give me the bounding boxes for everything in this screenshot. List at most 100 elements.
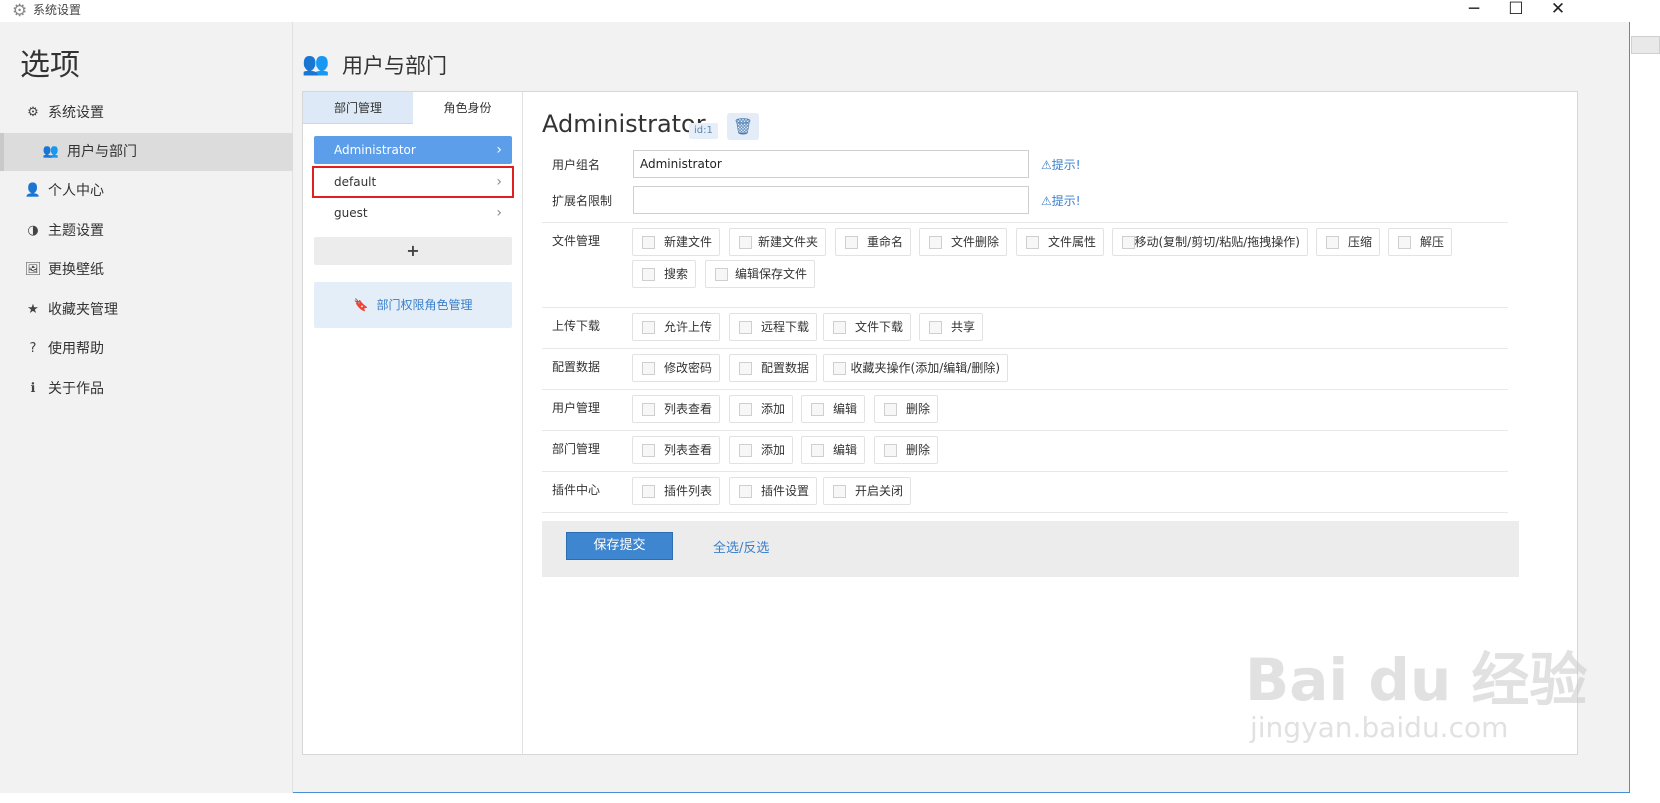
checkbox-box[interactable] (739, 444, 752, 457)
checkbox-box[interactable] (845, 236, 858, 249)
maximize-button[interactable]: ☐ (1496, 0, 1536, 20)
permission-checkbox[interactable]: 开启关闭 (823, 477, 911, 505)
permission-checkbox[interactable]: 插件设置 (729, 477, 817, 505)
checkbox-label: 配置数据 (760, 361, 809, 375)
permission-checkbox[interactable]: 编辑保存文件 (705, 260, 815, 288)
permission-checkbox[interactable]: 插件列表 (632, 477, 720, 505)
checkbox-box[interactable] (884, 403, 897, 416)
checkbox-box[interactable] (833, 485, 846, 498)
checkbox-box[interactable] (811, 444, 824, 457)
role-id-badge: id:1 (689, 123, 718, 139)
permission-checkbox[interactable]: 远程下载 (729, 313, 817, 341)
permission-checkbox[interactable]: 解压 (1388, 228, 1452, 256)
sidebar-item-theme[interactable]: ◑ 主题设置 (0, 212, 293, 250)
sidebar-item-users-departments[interactable]: 👥 用户与部门 (0, 133, 293, 171)
chevron-right-icon: › (496, 174, 502, 190)
checkbox-box[interactable] (739, 362, 752, 375)
permission-checkbox[interactable]: 新建文件夹 (729, 228, 826, 256)
permission-checkbox[interactable]: 移动(复制/剪切/粘贴/拖拽操作) (1112, 228, 1308, 256)
users-icon: 👥 (302, 52, 330, 77)
permission-checkbox[interactable]: 搜索 (632, 260, 696, 288)
checkbox-box[interactable] (642, 362, 655, 375)
trash-icon: 🗑 (732, 117, 754, 136)
checkbox-box[interactable] (929, 236, 942, 249)
checkbox-box[interactable] (739, 236, 752, 249)
permission-checkbox[interactable]: 新建文件 (632, 228, 720, 256)
checkbox-box[interactable] (1398, 236, 1411, 249)
checkbox-box[interactable] (739, 485, 752, 498)
page-title-text: 用户与部门 (342, 54, 447, 78)
permission-checkbox[interactable]: 文件删除 (919, 228, 1007, 256)
checkbox-box[interactable] (1026, 236, 1039, 249)
question-icon: ? (29, 341, 37, 356)
permission-checkbox[interactable]: 共享 (919, 313, 983, 341)
close-button[interactable]: ✕ (1538, 0, 1578, 20)
checkbox-label: 编辑保存文件 (734, 267, 807, 281)
sidebar-item-personal-center[interactable]: 👤 个人中心 (0, 172, 293, 210)
checkbox-label: 共享 (950, 320, 975, 334)
add-role-button[interactable]: + (314, 237, 512, 265)
checkbox-label: 新建文件夹 (757, 235, 818, 249)
permission-checkbox[interactable]: 压缩 (1316, 228, 1380, 256)
minimize-button[interactable]: ─ (1454, 0, 1494, 20)
checkbox-box[interactable] (642, 485, 655, 498)
group-name-input[interactable] (633, 150, 1029, 178)
palette-icon: ◑ (27, 223, 39, 238)
permission-checkbox[interactable]: 修改密码 (632, 354, 720, 382)
sidebar-item-help[interactable]: ? 使用帮助 (0, 330, 293, 368)
checkbox-box[interactable] (884, 444, 897, 457)
checkbox-box[interactable] (833, 362, 846, 375)
extension-limit-input[interactable] (633, 186, 1029, 214)
role-item-guest[interactable]: guest › (314, 199, 512, 227)
permission-checkbox[interactable]: 编辑 (801, 395, 865, 423)
tab-department-management[interactable]: 部门管理 (303, 92, 413, 124)
checkbox-box[interactable] (811, 403, 824, 416)
sidebar-item-wallpaper[interactable]: 🖼 更换壁纸 (0, 251, 293, 289)
checkbox-box[interactable] (642, 268, 655, 281)
checkbox-box[interactable] (929, 321, 942, 334)
checkbox-box[interactable] (715, 268, 728, 281)
sidebar-item-about[interactable]: ℹ 关于作品 (0, 370, 293, 408)
tab-role-identity[interactable]: 角色身份 (413, 92, 522, 124)
checkbox-box[interactable] (642, 236, 655, 249)
save-submit-button[interactable]: 保存提交 (566, 532, 673, 560)
role-item-default[interactable]: default › (312, 166, 514, 198)
sidebar-item-label: 主题设置 (48, 223, 104, 239)
checkbox-label: 解压 (1419, 235, 1444, 249)
sidebar-item-label: 关于作品 (48, 381, 104, 397)
sidebar-item-favorites[interactable]: ★ 收藏夹管理 (0, 291, 293, 329)
group-name-hint[interactable]: ⚠提示! (1041, 156, 1081, 173)
checkbox-box[interactable] (1122, 236, 1135, 249)
permission-checkbox[interactable]: 收藏夹操作(添加/编辑/删除) (823, 354, 1008, 382)
sidebar-item-system-settings[interactable]: ⚙ 系统设置 (0, 94, 293, 132)
checkbox-box[interactable] (739, 321, 752, 334)
permission-checkbox[interactable]: 编辑 (801, 436, 865, 464)
checkbox-label: 移动(复制/剪切/粘贴/拖拽操作) (1134, 235, 1301, 249)
permission-checkbox[interactable]: 文件属性 (1016, 228, 1104, 256)
extension-limit-hint[interactable]: ⚠提示! (1041, 192, 1081, 209)
checkbox-box[interactable] (642, 444, 655, 457)
checkbox-box[interactable] (833, 321, 846, 334)
permission-checkbox[interactable]: 重命名 (835, 228, 911, 256)
checkbox-label: 添加 (760, 443, 785, 457)
select-all-toggle-link[interactable]: 全选/反选 (713, 537, 769, 556)
permission-checkbox[interactable]: 文件下载 (823, 313, 911, 341)
bookmark-icon: 🔖 (353, 298, 369, 312)
permission-checkbox[interactable]: 允许上传 (632, 313, 720, 341)
delete-role-button[interactable]: 🗑 (727, 113, 759, 140)
permission-checkbox[interactable]: 删除 (874, 436, 938, 464)
checkbox-label: 搜索 (663, 267, 688, 281)
permission-checkbox[interactable]: 配置数据 (729, 354, 817, 382)
checkbox-box[interactable] (642, 403, 655, 416)
permission-checkbox[interactable]: 列表查看 (632, 436, 720, 464)
checkbox-box[interactable] (1326, 236, 1339, 249)
checkbox-box[interactable] (642, 321, 655, 334)
role-name: default (334, 175, 377, 189)
role-item-administrator[interactable]: Administrator › (314, 136, 512, 164)
checkbox-box[interactable] (739, 403, 752, 416)
permission-checkbox[interactable]: 删除 (874, 395, 938, 423)
department-permission-role-button[interactable]: 🔖 部门权限角色管理 (314, 282, 512, 328)
permission-checkbox[interactable]: 列表查看 (632, 395, 720, 423)
permission-checkbox[interactable]: 添加 (729, 395, 793, 423)
permission-checkbox[interactable]: 添加 (729, 436, 793, 464)
